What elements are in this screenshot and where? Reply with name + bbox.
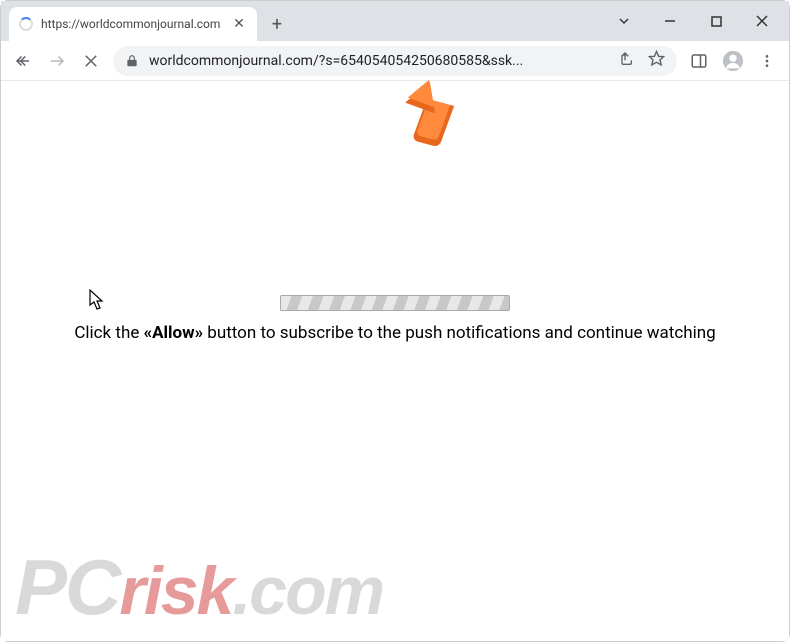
msg-post: button to subscribe to the push notifica… — [203, 323, 716, 343]
maximize-button[interactable] — [693, 6, 739, 36]
minimize-button[interactable] — [647, 6, 693, 36]
browser-tab[interactable]: https://worldcommonjournal.com ✕ — [9, 7, 257, 41]
watermark-pc: PC — [15, 543, 119, 631]
tab-title: https://worldcommonjournal.com — [41, 17, 223, 31]
msg-pre: Click the — [74, 323, 143, 343]
share-icon[interactable] — [617, 51, 636, 71]
menu-button[interactable] — [751, 45, 783, 77]
profile-avatar-icon[interactable] — [717, 45, 749, 77]
watermark-risk: risk — [119, 553, 232, 629]
lock-icon — [125, 54, 139, 68]
browser-toolbar: worldcommonjournal.com/?s=65405405425068… — [1, 41, 789, 81]
new-tab-button[interactable]: + — [263, 10, 291, 38]
loading-spinner-icon — [19, 17, 33, 31]
tab-search-button[interactable] — [601, 6, 647, 36]
close-window-button[interactable] — [739, 6, 785, 36]
pcrisk-watermark: PCrisk.com — [15, 542, 383, 633]
address-bar[interactable]: worldcommonjournal.com/?s=65405405425068… — [113, 46, 677, 76]
back-button[interactable] — [7, 45, 39, 77]
url-text: worldcommonjournal.com/?s=65405405425068… — [149, 53, 607, 69]
stop-reload-button[interactable] — [75, 45, 107, 77]
bookmark-star-icon[interactable] — [648, 50, 665, 71]
allow-instruction-text: Click the «Allow» button to subscribe to… — [1, 323, 789, 343]
fake-progress-bar — [280, 295, 510, 311]
window-controls — [601, 1, 789, 41]
forward-button[interactable] — [41, 45, 73, 77]
side-panel-icon[interactable] — [683, 45, 715, 77]
watermark-dotcom: .com — [232, 553, 383, 629]
close-tab-button[interactable]: ✕ — [231, 16, 247, 32]
window-titlebar: https://worldcommonjournal.com ✕ + — [1, 1, 789, 41]
msg-bold: «Allow» — [144, 323, 204, 343]
